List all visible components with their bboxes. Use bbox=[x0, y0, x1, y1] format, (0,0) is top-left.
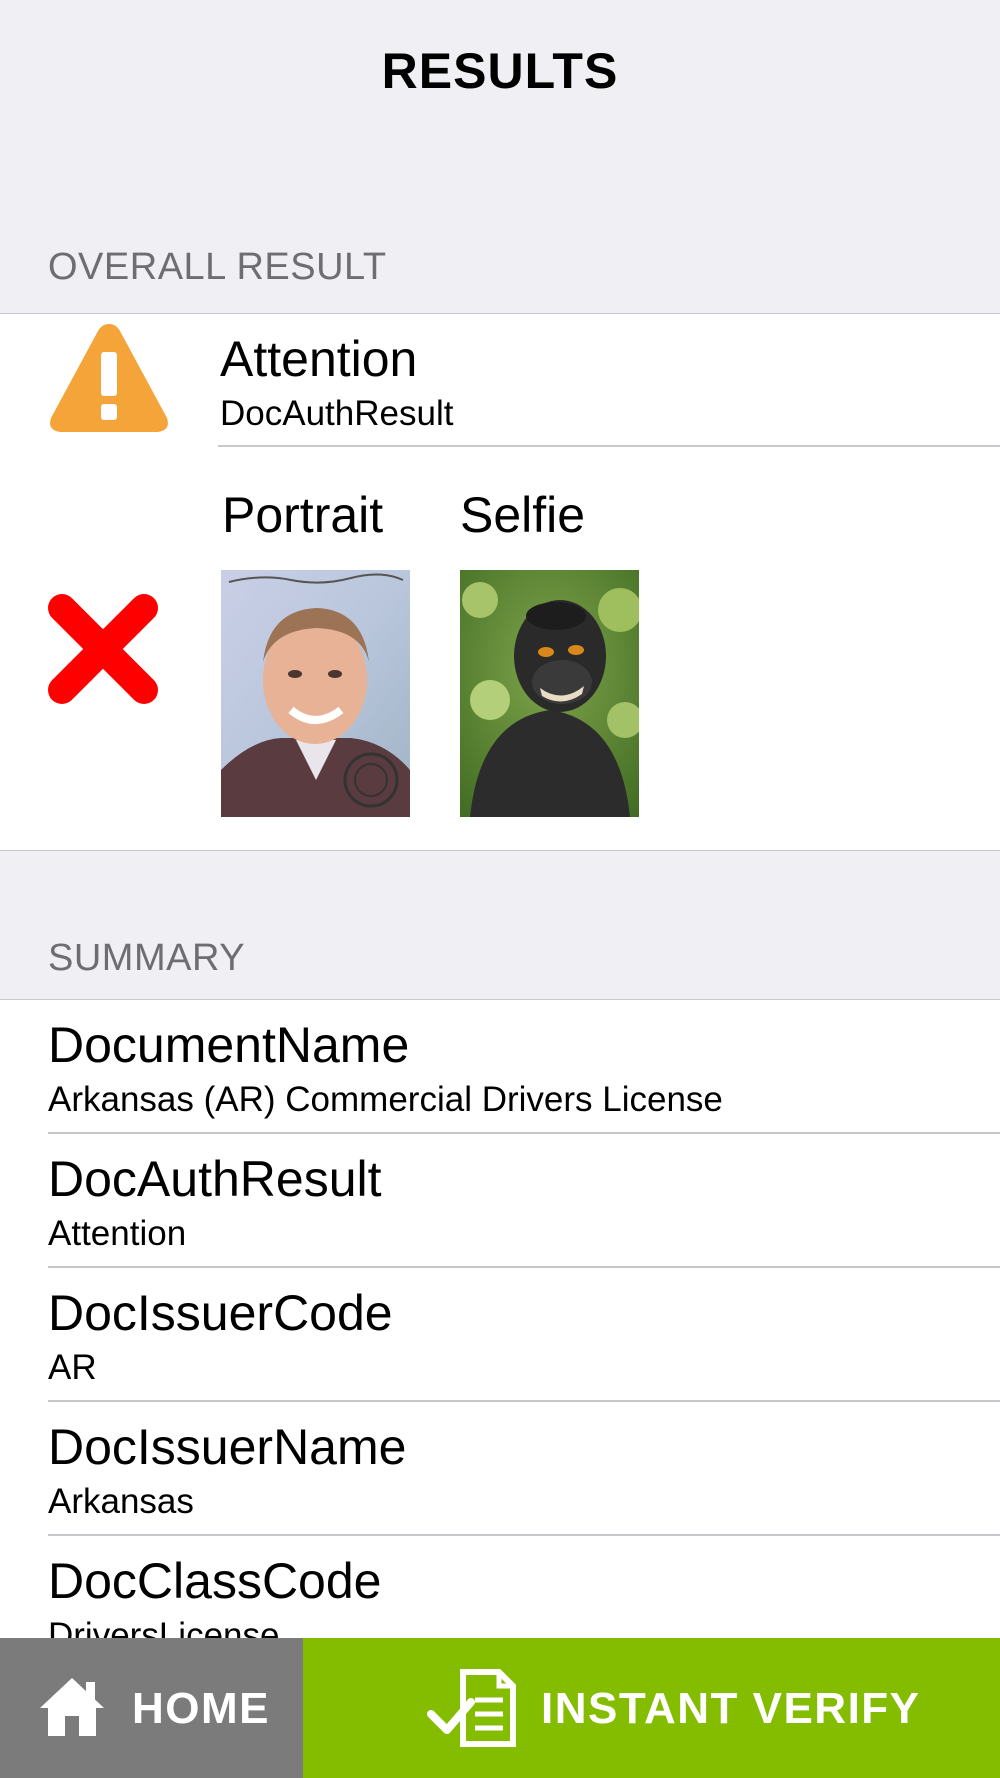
summary-list: DocumentName Arkansas (AR) Commercial Dr… bbox=[0, 999, 1000, 1640]
warning-icon bbox=[50, 324, 168, 432]
section-header-overall-result: OVERALL RESULT bbox=[48, 246, 387, 288]
summary-row: DocumentName Arkansas (AR) Commercial Dr… bbox=[0, 1000, 1000, 1134]
house-icon bbox=[40, 1678, 104, 1736]
summary-row: DocIssuerCode AR bbox=[0, 1268, 1000, 1402]
summary-row: DocIssuerName Arkansas bbox=[0, 1402, 1000, 1536]
summary-value: DriversLicense bbox=[48, 1616, 280, 1640]
instant-verify-button[interactable]: INSTANT VERIFY bbox=[303, 1638, 1000, 1778]
page-title: RESULTS bbox=[381, 43, 619, 99]
summary-value: Attention bbox=[48, 1214, 187, 1253]
section-header-summary: SUMMARY bbox=[48, 937, 246, 979]
summary-value: Arkansas (AR) Commercial Drivers License bbox=[48, 1080, 723, 1119]
bottom-action-bar: HOME INSTANT VERIFY bbox=[0, 1638, 1000, 1778]
summary-key: DocIssuerCode bbox=[48, 1285, 393, 1341]
summary-row: DocAuthResult Attention bbox=[0, 1134, 1000, 1268]
document-check-icon bbox=[427, 1669, 516, 1747]
summary-key: DocAuthResult bbox=[48, 1151, 382, 1207]
nav-header: RESULTS bbox=[0, 0, 1000, 150]
summary-key: DocumentName bbox=[48, 1017, 410, 1073]
overall-row-divider bbox=[218, 445, 1000, 447]
overall-result-subtitle: DocAuthResult bbox=[220, 394, 454, 433]
selfie-label: Selfie bbox=[460, 487, 586, 543]
summary-row: DocClassCode DriversLicense bbox=[0, 1536, 1000, 1640]
home-button[interactable]: HOME bbox=[0, 1638, 303, 1778]
overall-result-title: Attention bbox=[220, 331, 418, 387]
selfie-photo bbox=[460, 570, 639, 817]
summary-key: DocClassCode bbox=[48, 1553, 382, 1609]
summary-value: Arkansas bbox=[48, 1482, 194, 1521]
home-button-label: HOME bbox=[132, 1684, 270, 1733]
portrait-photo bbox=[221, 570, 410, 817]
portrait-label: Portrait bbox=[222, 487, 384, 543]
instant-verify-button-label: INSTANT VERIFY bbox=[541, 1684, 921, 1733]
fail-x-icon bbox=[48, 594, 158, 704]
summary-value: AR bbox=[48, 1348, 97, 1387]
summary-key: DocIssuerName bbox=[48, 1419, 407, 1475]
